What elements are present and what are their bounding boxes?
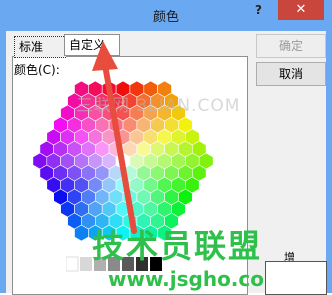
help-button[interactable]: ? [255,3,262,17]
window-frame-right [326,31,332,293]
dialog-titlebar: 颜色 ? ✕ [0,0,332,31]
close-button[interactable]: ✕ [278,0,324,20]
dialog-client-area: 标准 自定义 颜色(C): 确定 取消 三联网 3LIAN.COM 技术员联盟 … [6,31,327,295]
red-arrow-annotation [92,41,137,234]
